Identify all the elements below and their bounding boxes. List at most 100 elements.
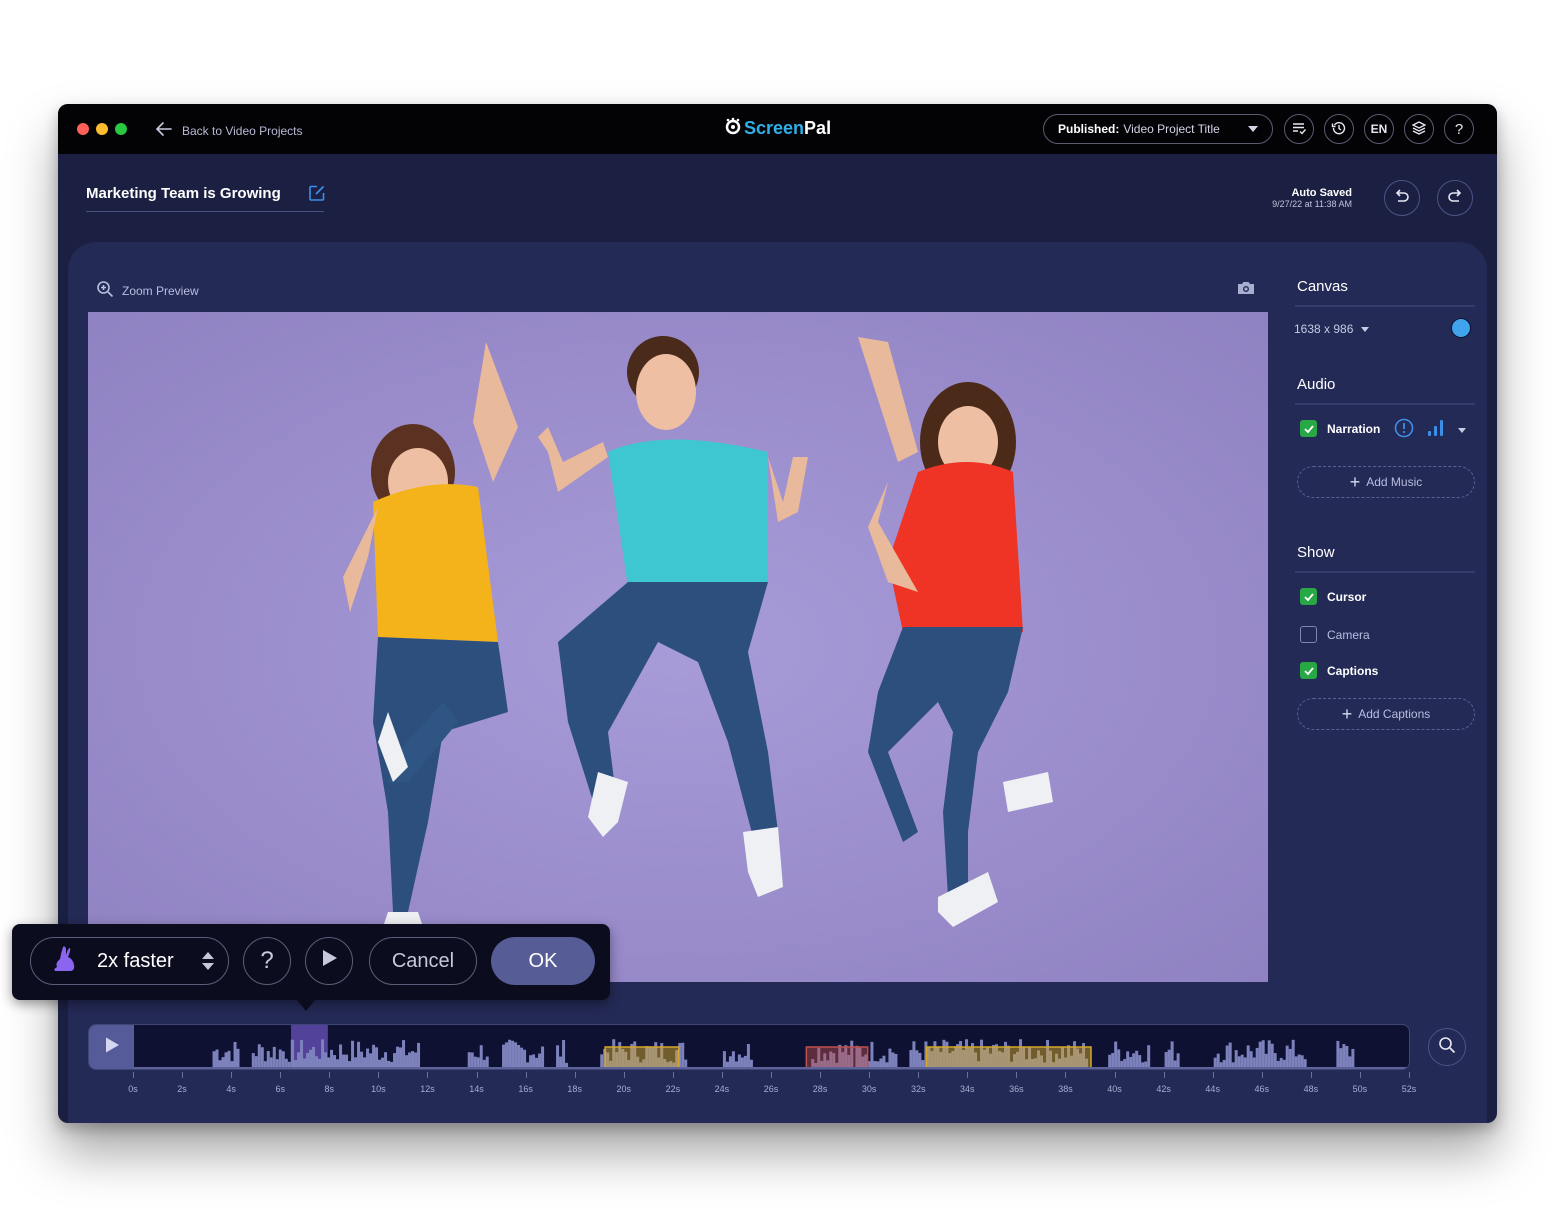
timeline-tick — [574, 1072, 576, 1078]
warning-icon[interactable] — [1394, 418, 1414, 443]
screenpal-logo: Screen Pal — [724, 117, 831, 140]
speed-help-button[interactable]: ? — [243, 937, 291, 985]
timeline-tick — [476, 1072, 478, 1078]
speed-segment[interactable] — [604, 1046, 680, 1069]
timeline-tick — [771, 1072, 772, 1078]
minimize-window-button[interactable] — [96, 123, 108, 135]
add-captions-label: Add Captions — [1358, 707, 1431, 721]
camera-checkbox-row[interactable]: Camera — [1300, 626, 1370, 643]
history-icon — [1331, 120, 1347, 139]
timeline-tick-label: 2s — [177, 1084, 187, 1094]
narration-label: Narration — [1327, 421, 1381, 436]
cursor-checkbox[interactable] — [1300, 588, 1317, 605]
audio-cluster — [212, 1041, 240, 1069]
narration-checkbox[interactable] — [1300, 420, 1317, 437]
checklist-button[interactable] — [1284, 114, 1314, 144]
audio-divider — [1295, 403, 1475, 405]
timeline-tick-label: 30s — [861, 1084, 877, 1094]
person-red-shirt — [858, 337, 1053, 927]
audio-cluster — [722, 1044, 753, 1069]
timeline-tick — [525, 1072, 527, 1078]
audio-cluster — [251, 1040, 294, 1069]
timeline-tick — [918, 1072, 920, 1078]
check-icon — [1303, 592, 1314, 601]
undo-button[interactable] — [1384, 180, 1420, 216]
rabbit-icon — [49, 945, 79, 978]
undo-icon — [1393, 187, 1411, 210]
publish-prefix: Published: — [1058, 122, 1120, 136]
language-button[interactable]: EN — [1364, 114, 1394, 144]
cut-segment[interactable] — [805, 1046, 869, 1069]
timeline-tick — [280, 1072, 282, 1078]
zoom-preview-button[interactable]: Zoom Preview — [96, 280, 199, 301]
canvas-color-swatch[interactable] — [1451, 318, 1471, 338]
timeline-tick-label: 14s — [469, 1084, 484, 1094]
edit-title-icon[interactable] — [308, 184, 326, 202]
timeline-tick-label: 52s — [1401, 1084, 1417, 1094]
cancel-button[interactable]: Cancel — [369, 937, 477, 985]
help-icon: ? — [260, 947, 274, 974]
timeline-tick — [1163, 1072, 1165, 1078]
back-label: Back to Video Projects — [182, 123, 303, 138]
volume-level-icon[interactable] — [1426, 418, 1446, 443]
add-captions-button[interactable]: + Add Captions — [1297, 698, 1475, 730]
narration-controls — [1394, 418, 1466, 443]
snapshot-camera-icon[interactable] — [1236, 278, 1256, 298]
timeline-zoom-button[interactable] — [1428, 1028, 1466, 1066]
audio-cluster — [556, 1040, 569, 1069]
logo-text-pal: Pal — [804, 118, 832, 138]
timeline-tick — [231, 1072, 233, 1078]
autosave-time: 9/27/22 at 11:38 AM — [1272, 199, 1352, 209]
audio-heading: Audio — [1297, 376, 1336, 393]
canvas-size-dropdown[interactable]: 1638 x 986 — [1294, 322, 1370, 336]
play-icon — [103, 1036, 121, 1059]
captions-checkbox[interactable] — [1300, 662, 1317, 679]
timeline-tick — [1065, 1072, 1067, 1078]
timeline-tick-label: 48s — [1303, 1084, 1319, 1094]
back-to-projects-link[interactable]: Back to Video Projects — [154, 119, 303, 142]
maximize-window-button[interactable] — [115, 123, 127, 135]
timeline-baseline — [134, 1067, 1409, 1069]
timeline-tick-label: 12s — [420, 1084, 435, 1094]
publish-value: Video Project Title — [1123, 122, 1220, 136]
ok-button[interactable]: OK — [491, 937, 595, 985]
timeline-play-button[interactable] — [89, 1025, 134, 1069]
narration-menu-chevron-icon[interactable] — [1458, 428, 1466, 433]
captions-checkbox-row[interactable]: Captions — [1300, 662, 1378, 679]
redo-button[interactable] — [1437, 180, 1473, 216]
logo-mark-icon — [724, 117, 742, 140]
zoom-preview-label: Zoom Preview — [122, 283, 199, 298]
audio-cluster — [502, 1039, 545, 1069]
camera-checkbox[interactable] — [1300, 626, 1317, 643]
show-divider — [1295, 571, 1475, 573]
checklist-icon — [1291, 120, 1307, 139]
canvas-divider — [1295, 305, 1475, 307]
cursor-checkbox-row[interactable]: Cursor — [1300, 588, 1366, 605]
audio-cluster — [1213, 1039, 1307, 1069]
timeline-tick-label: 18s — [567, 1084, 582, 1094]
timeline-track[interactable] — [88, 1024, 1410, 1070]
history-button[interactable] — [1324, 114, 1354, 144]
help-button[interactable]: ? — [1444, 114, 1474, 144]
timeline-tick — [1359, 1072, 1361, 1078]
arrow-left-icon — [154, 119, 174, 142]
timeline-tick-label: 8s — [324, 1084, 335, 1094]
speed-selector[interactable]: 2x faster — [30, 937, 229, 985]
autosave-label: Auto Saved — [1291, 187, 1352, 199]
timeline-tick — [329, 1072, 331, 1078]
speed-segment[interactable] — [925, 1046, 1092, 1069]
narration-checkbox-row[interactable]: Narration — [1300, 420, 1380, 437]
publish-status-dropdown[interactable]: Published: Video Project Title — [1043, 114, 1273, 144]
add-music-button[interactable]: + Add Music — [1297, 466, 1475, 498]
timeline-tick-label: 16s — [518, 1084, 533, 1094]
timeline-tick-label: 4s — [226, 1084, 236, 1094]
camera-label: Camera — [1327, 627, 1370, 642]
speed-preview-play-button[interactable] — [305, 937, 353, 985]
layers-button[interactable] — [1404, 114, 1434, 144]
timeline-waveform[interactable] — [134, 1025, 1410, 1069]
stepper-arrows-icon[interactable] — [202, 952, 214, 970]
video-preview[interactable] — [88, 312, 1268, 982]
audio-cluster — [1108, 1041, 1151, 1069]
close-window-button[interactable] — [77, 123, 89, 135]
project-title[interactable]: Marketing Team is Growing — [86, 185, 281, 202]
